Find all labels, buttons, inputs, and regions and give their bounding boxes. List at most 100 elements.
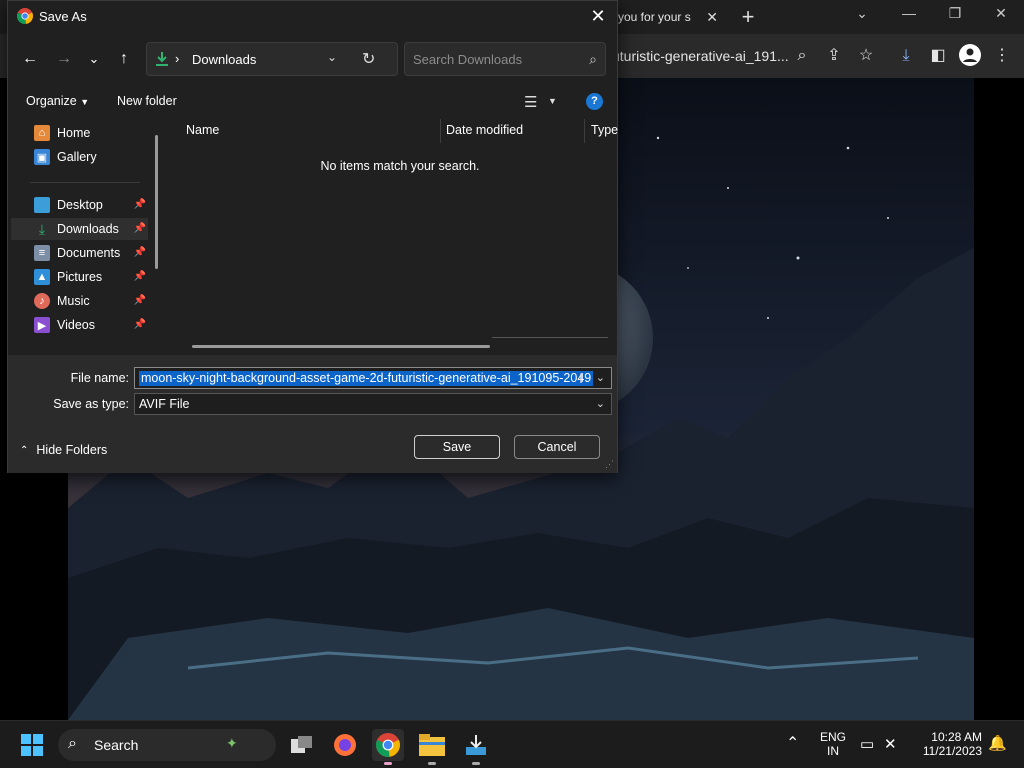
- column-header-type[interactable]: Type: [591, 123, 618, 137]
- share-icon[interactable]: ⇪: [822, 44, 846, 68]
- search-input[interactable]: [413, 50, 583, 68]
- videos-icon: ▶: [34, 317, 50, 333]
- horizontal-scrollbar[interactable]: [192, 345, 490, 348]
- taskbar-file-explorer[interactable]: [416, 729, 448, 765]
- chrome-logo-icon: [17, 8, 33, 24]
- address-bar[interactable]: › Downloads ⌄ ↻: [146, 42, 398, 76]
- file-name-dropdown-chevron-icon[interactable]: ⌄: [596, 371, 605, 384]
- cancel-button[interactable]: Cancel: [514, 435, 600, 459]
- view-options-icon[interactable]: ☰: [524, 93, 537, 111]
- bookmark-star-icon[interactable]: ☆: [854, 44, 878, 68]
- pin-icon: 📌: [133, 295, 146, 306]
- music-icon: ♪: [34, 293, 50, 309]
- save-as-type-select[interactable]: AVIF File ⌄: [134, 393, 612, 415]
- dialog-title-bar[interactable]: Save As ✕: [8, 1, 617, 33]
- help-icon[interactable]: ?: [586, 93, 603, 110]
- sidebar-item-pictures[interactable]: ▲ Pictures 📌: [11, 266, 148, 288]
- language-indicator[interactable]: ENG IN: [820, 730, 846, 758]
- organize-menu-button[interactable]: Organize ▼: [26, 94, 89, 108]
- sidebar-item-label: Documents: [57, 246, 121, 260]
- volume-muted-icon[interactable]: ✕: [884, 735, 897, 753]
- recent-locations-chevron-icon[interactable]: ⌄: [82, 47, 106, 71]
- forward-arrow-icon[interactable]: →: [52, 47, 76, 71]
- back-arrow-icon[interactable]: ←: [18, 47, 42, 71]
- profile-avatar-icon[interactable]: [958, 44, 982, 68]
- running-indicator: [472, 762, 480, 765]
- browser-tab[interactable]: you for your s ✕: [612, 2, 724, 32]
- notification-bell-icon[interactable]: 🔔: [988, 734, 1007, 752]
- sidebar-item-music[interactable]: ♪ Music 📌: [11, 290, 148, 312]
- column-separator[interactable]: [584, 119, 585, 143]
- navigation-pane: ⌂ Home ▣ Gallery Desktop 📌 ⤓ Downloads 📌…: [8, 119, 164, 355]
- search-box[interactable]: ⌕: [404, 42, 606, 76]
- save-as-type-chevron-icon[interactable]: ⌄: [596, 397, 605, 410]
- sidebar-item-home[interactable]: ⌂ Home: [11, 122, 148, 144]
- file-list-divider: [492, 337, 608, 338]
- minimize-icon[interactable]: —: [897, 5, 921, 21]
- taskbar-installer[interactable]: [460, 729, 492, 765]
- save-button[interactable]: Save: [414, 435, 500, 459]
- breadcrumb-downloads[interactable]: Downloads: [192, 52, 256, 67]
- clock-date: 11/21/2023: [922, 744, 982, 758]
- search-icon: ⌕: [68, 735, 77, 752]
- omnibox-url[interactable]: uturistic-generative-ai_191...: [612, 42, 788, 70]
- pictures-icon: ▲: [34, 269, 50, 285]
- window-close-icon[interactable]: ✕: [989, 5, 1013, 22]
- hide-folders-label: Hide Folders: [36, 443, 108, 457]
- taskbar-chrome[interactable]: [372, 729, 404, 765]
- network-icon[interactable]: ▭: [860, 735, 874, 753]
- folder-icon: [419, 734, 445, 756]
- resize-grip-icon[interactable]: ⋰: [605, 459, 614, 470]
- sidebar-item-desktop[interactable]: Desktop 📌: [11, 194, 148, 216]
- download-icon[interactable]: ⤓: [894, 44, 918, 68]
- dialog-title: Save As: [39, 9, 87, 24]
- show-hidden-icons-chevron-icon[interactable]: ⌃: [786, 733, 799, 753]
- pin-icon: 📌: [133, 271, 146, 282]
- sidebar-divider: [30, 182, 140, 183]
- hide-folders-button[interactable]: ⌃ Hide Folders: [20, 443, 107, 457]
- sidebar-item-label: Gallery: [57, 150, 97, 164]
- column-separator[interactable]: [440, 119, 441, 143]
- taskbar-firefox[interactable]: [329, 729, 361, 761]
- refresh-icon[interactable]: ↻: [362, 49, 375, 69]
- browser-tab-title: you for your s: [618, 10, 691, 24]
- search-icon[interactable]: ⌕: [589, 51, 597, 68]
- documents-icon: ≡: [34, 245, 50, 261]
- sidebar-item-label: Downloads: [57, 222, 119, 236]
- file-name-selected-text[interactable]: moon-sky-night-background-asset-game-2d-…: [139, 371, 594, 386]
- sidebar-item-label: Music: [57, 294, 90, 308]
- text-cursor-icon: I: [579, 370, 583, 386]
- search-highlight-icon: ✦: [226, 735, 238, 751]
- clock[interactable]: 10:28 AM 11/21/2023: [914, 730, 982, 758]
- column-header-date-modified[interactable]: Date modified: [446, 123, 523, 137]
- task-view-button[interactable]: [286, 729, 318, 761]
- new-tab-button[interactable]: +: [736, 4, 760, 30]
- start-button[interactable]: [16, 729, 48, 761]
- sidebar-item-videos[interactable]: ▶ Videos 📌: [11, 314, 148, 336]
- sidebar-item-downloads[interactable]: ⤓ Downloads 📌: [11, 218, 148, 240]
- downloads-icon: ⤓: [38, 220, 46, 237]
- dialog-close-icon[interactable]: ✕: [587, 6, 609, 26]
- save-form: File name: moon-sky-night-background-ass…: [8, 355, 617, 473]
- sidebar-item-label: Desktop: [57, 198, 103, 212]
- zoom-icon[interactable]: ⌕: [790, 44, 814, 68]
- address-dropdown-chevron-icon[interactable]: ⌄: [327, 50, 337, 64]
- sidebar-item-gallery[interactable]: ▣ Gallery: [11, 146, 148, 168]
- taskbar-search-box[interactable]: ⌕ Search ✦: [58, 729, 276, 761]
- navigation-pane-scrollbar[interactable]: [155, 135, 158, 269]
- desktop-icon: [34, 197, 50, 213]
- tab-search-icon[interactable]: ⌄: [850, 5, 874, 22]
- up-arrow-icon[interactable]: ↑: [112, 47, 136, 71]
- new-folder-button[interactable]: New folder: [117, 94, 177, 108]
- chevron-up-icon: ⌃: [20, 444, 29, 456]
- menu-kebab-icon[interactable]: ⋮: [990, 44, 1014, 68]
- side-panel-icon[interactable]: ◧: [926, 44, 950, 68]
- column-header-name[interactable]: Name: [186, 123, 219, 137]
- tab-close-icon[interactable]: ✕: [706, 9, 718, 26]
- view-dropdown-chevron-icon[interactable]: ▼: [548, 96, 557, 106]
- installer-icon: [466, 735, 486, 755]
- sidebar-item-documents[interactable]: ≡ Documents 📌: [11, 242, 148, 264]
- restore-icon[interactable]: ❐: [943, 5, 967, 22]
- file-name-field[interactable]: moon-sky-night-background-asset-game-2d-…: [134, 367, 612, 389]
- language-line-2: IN: [827, 744, 839, 758]
